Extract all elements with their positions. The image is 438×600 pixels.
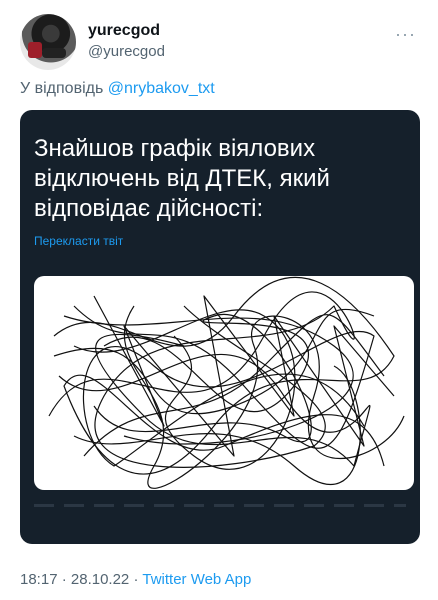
tweet-time[interactable]: 18:17 xyxy=(20,571,58,588)
display-name[interactable]: yurecgod xyxy=(88,22,165,40)
reply-prefix: У відповідь xyxy=(20,80,104,97)
tweet-header: yurecgod @yurecgod ··· xyxy=(20,14,420,72)
author-block[interactable]: yurecgod @yurecgod xyxy=(88,22,165,60)
tweet-date[interactable]: 28.10.22 xyxy=(71,571,129,588)
avatar-detail xyxy=(28,42,42,58)
tweet-source[interactable]: Twitter Web App xyxy=(142,571,251,588)
scribble-image xyxy=(34,276,414,490)
handle[interactable]: @yurecgod xyxy=(88,43,165,60)
translate-link[interactable]: Перекласти твіт xyxy=(34,234,123,248)
reply-to-link[interactable]: @nrybakov_txt xyxy=(108,80,215,97)
embedded-tweet-text: Знайшов графік віялових відключень від Д… xyxy=(34,135,330,222)
reply-context: У відповідь @nrybakov_txt xyxy=(20,80,215,98)
tweet-meta: 18:17 · 28.10.22 · Twitter Web App xyxy=(20,571,251,588)
meta-separator: · xyxy=(133,571,139,588)
avatar[interactable] xyxy=(20,14,76,70)
meta-separator: · xyxy=(61,571,67,588)
more-dots-icon[interactable]: ··· xyxy=(395,24,416,45)
embedded-screenshot[interactable]: Знайшов графік віялових відключень від Д… xyxy=(20,110,420,544)
avatar-detail xyxy=(42,48,66,58)
scribble-drawing xyxy=(48,276,405,489)
cropped-footer xyxy=(34,504,406,507)
